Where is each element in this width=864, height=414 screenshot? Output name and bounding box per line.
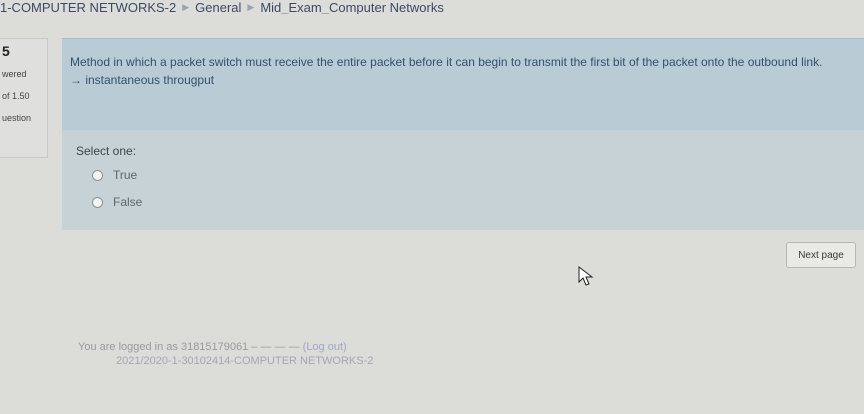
question-text: Method in which a packet switch must rec… bbox=[70, 55, 823, 87]
answer-option-label: False bbox=[113, 195, 143, 209]
answer-option-true[interactable]: True bbox=[92, 168, 850, 182]
question-mark: of 1.50 bbox=[2, 91, 30, 101]
answer-option-false[interactable]: False bbox=[92, 195, 850, 209]
question-status: wered bbox=[2, 69, 27, 79]
question-text-box: Method in which a packet switch must rec… bbox=[62, 38, 864, 130]
answer-option-label: True bbox=[113, 168, 138, 182]
breadcrumb-separator-icon: ▶ bbox=[247, 1, 255, 12]
select-one-label: Select one: bbox=[76, 144, 137, 158]
question-number: 5 bbox=[2, 43, 10, 59]
course-link[interactable]: 2021/2020-1-30102414-COMPUTER NETWORKS-2 bbox=[116, 354, 598, 368]
radio-true[interactable] bbox=[92, 169, 103, 181]
breadcrumb-course[interactable]: 1-COMPUTER NETWORKS-2 bbox=[0, 0, 176, 14]
footer: You are logged in as 31815179061 – — — —… bbox=[78, 340, 598, 368]
question-info-panel: 5 wered of 1.50 uestion bbox=[0, 38, 48, 158]
logged-in-text: You are logged in as 31815179061 – — — — bbox=[78, 341, 300, 353]
answer-box: Select one: True False bbox=[62, 130, 864, 230]
breadcrumb-separator-icon: ▶ bbox=[182, 1, 190, 12]
radio-false[interactable] bbox=[92, 196, 103, 208]
breadcrumb: 1-COMPUTER NETWORKS-2 ▶ General ▶ Mid_Ex… bbox=[0, 0, 864, 14]
mouse-cursor-icon bbox=[578, 266, 594, 286]
breadcrumb-quiz[interactable]: Mid_Exam_Computer Networks bbox=[260, 0, 444, 14]
breadcrumb-section[interactable]: General bbox=[195, 0, 241, 14]
logout-link[interactable]: (Log out) bbox=[303, 341, 347, 353]
flag-question-link[interactable]: uestion bbox=[2, 113, 45, 123]
next-page-button[interactable]: Next page bbox=[786, 242, 856, 268]
